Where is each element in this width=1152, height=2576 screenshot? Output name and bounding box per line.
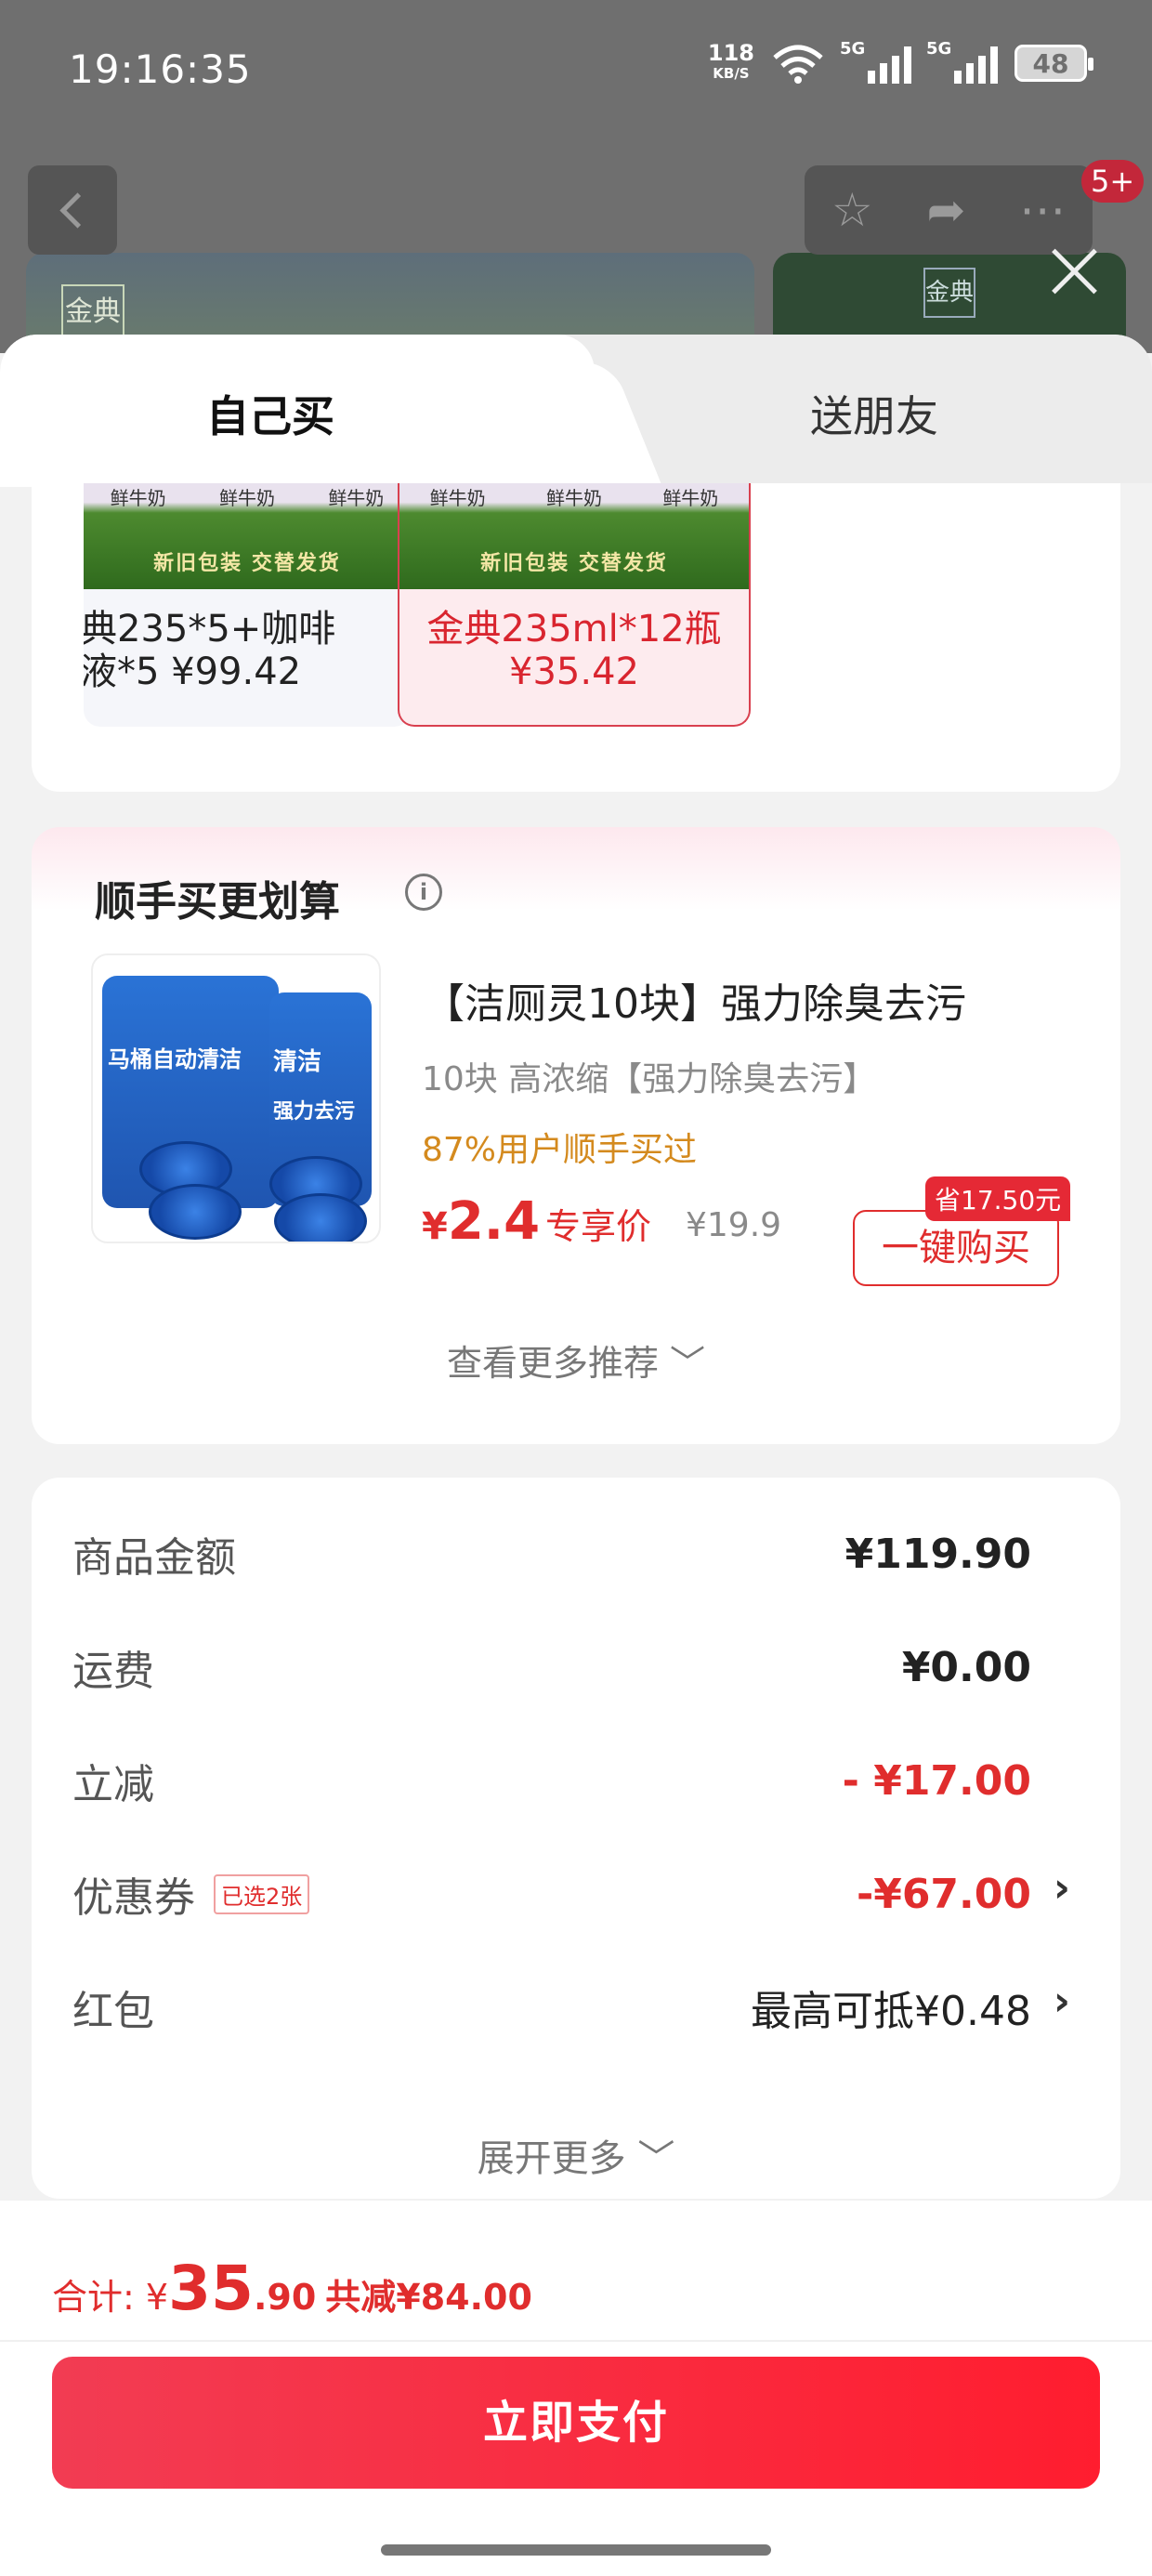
addon-popularity-hint: 87%用户顺手买过 [422,1131,698,1169]
addon-product-name[interactable]: 【洁厕灵10块】强力除臭去污 [424,970,966,1030]
red-packet-chevron-icon[interactable]: › [1054,1978,1070,2025]
red-packet-label: 红包 [72,1988,154,2035]
signal-label-2: 5G [926,39,952,59]
coupon-label-group: 优惠券 已选2张 [72,1864,310,1924]
coupon-chevron-icon[interactable]: › [1054,1864,1070,1912]
one-click-buy-button[interactable]: 一键购买 [853,1210,1059,1286]
coupon-selected-tag: 已选2张 [214,1873,310,1914]
spec-option-tagline: 新旧包装 交替发货 [480,552,668,575]
buy-together-title: 顺手买更划算 [95,878,340,926]
shipping-value: ¥0.00 [901,1643,1031,1691]
divider [0,2340,1152,2342]
instant-discount-value: - ¥17.00 [842,1756,1031,1805]
wifi-icon [773,45,823,84]
spec-option-image: 鲜牛奶 鲜牛奶 鲜牛奶 新旧包装 交替发货 [399,483,749,589]
spec-option-1[interactable]: 鲜牛奶 鲜牛奶 鲜牛奶 新旧包装 交替发货 典235*5+咖啡 液*5 ¥99.42 [84,483,411,727]
addon-product-spec: 10块 高浓缩【强力除臭去污】 [422,1060,877,1098]
red-packet-row[interactable]: 红包 最高可抵¥0.48 [72,1978,1031,2037]
goods-amount-label: 商品金额 [72,1534,236,1582]
status-bar: 19:16:35 118 KB/S 5G 5G 48 [0,0,1152,139]
spec-option-image: 鲜牛奶 鲜牛奶 鲜牛奶 新旧包装 交替发货 [84,483,411,589]
total-reduction: 共减¥84.00 [325,2277,532,2318]
goods-amount-value: ¥119.90 [844,1530,1031,1578]
buy-together-card: 顺手买更划算 i 马桶自动清洁 清洁 强力去污 【洁厕灵10块】强力除臭去污 1… [32,827,1120,1444]
battery-icon: 48 [1015,45,1093,82]
net-speed-value: 118 [707,40,754,66]
status-icons: 118 KB/S 5G 5G 48 [707,39,1093,84]
total-label: 合计: [52,2277,146,2318]
purchase-sheet: 自己买 送朋友 鲜牛奶 鲜牛奶 鲜牛奶 新旧包装 交替发货 典235*5+咖啡 液*… [0,335,1152,2576]
savings-badge: 省17.50元 [925,1176,1071,1221]
spec-option-label: 金典235ml*12瓶 ¥35.42 [426,608,722,693]
signal-icon-1: 5G [840,39,911,84]
signal-icon-2: 5G [926,39,998,84]
signal-label-1: 5G [840,39,866,59]
shipping-row: 运费 ¥0.00 [72,1637,1031,1697]
coupon-row[interactable]: 优惠券 已选2张 -¥67.00 [72,1864,1031,1924]
share-icon[interactable]: ➦ [926,183,965,237]
total-amount: 35 [168,2253,254,2324]
spec-options-card: 鲜牛奶 鲜牛奶 鲜牛奶 新旧包装 交替发货 典235*5+咖啡 液*5 ¥99.42… [32,483,1120,792]
instant-discount-label: 立减 [72,1761,154,1808]
purchase-tabs: 自己买 送朋友 [0,335,1152,487]
more-icon[interactable]: ⋯ [1019,183,1066,237]
addon-price-value: 2.4 [447,1191,541,1252]
order-total: 合计: ¥35.90 共减¥84.00 [52,2253,532,2324]
net-speed: 118 KB/S [707,40,754,84]
net-speed-unit: KB/S [713,65,750,82]
spec-option-tagline: 新旧包装 交替发货 [153,552,341,575]
addon-price-label: 专享价 [545,1206,652,1247]
goods-amount-row: 商品金额 ¥119.90 [72,1524,1031,1584]
tab-buy-for-self[interactable]: 自己买 [206,383,334,444]
tab-send-to-friend[interactable]: 送朋友 [810,383,938,444]
brand-logo-2: 金典 [923,268,975,318]
close-icon[interactable] [1046,242,1102,297]
shipping-label: 运费 [72,1648,154,1695]
addon-product-image[interactable]: 马桶自动清洁 清洁 强力去污 [91,953,381,1243]
expand-more-link[interactable]: 展开更多 ﹀ [32,2128,1120,2182]
price-summary-card: 商品金额 ¥119.90 运费 ¥0.00 立减 - ¥17.00 优惠券 已选… [32,1478,1120,2199]
info-icon[interactable]: i [405,874,442,911]
status-time: 19:16:35 [69,46,252,92]
back-button[interactable] [28,165,117,255]
coupon-value: -¥67.00 [856,1870,1031,1918]
instant-discount-row: 立减 - ¥17.00 [72,1751,1031,1810]
checkout-bar: 合计: ¥35.90 共减¥84.00 立即支付 [0,2201,1152,2576]
pay-now-button[interactable]: 立即支付 [52,2357,1100,2489]
addon-original-price: ¥19.9 [686,1206,782,1244]
message-badge: 5+ [1081,160,1145,203]
total-decimal: .90 [253,2277,317,2318]
spec-option-2-selected[interactable]: 鲜牛奶 鲜牛奶 鲜牛奶 新旧包装 交替发货 金典235ml*12瓶 ¥35.42 [398,483,751,727]
spec-option-label: 典235*5+咖啡 液*5 ¥99.42 [84,608,336,693]
more-recommendations-link[interactable]: 查看更多推荐 ﹀ [32,1334,1120,1386]
addon-price: ¥2.4 专享价 [422,1191,651,1252]
coupon-label: 优惠券 [72,1874,195,1922]
addon-price-currency: ¥ [422,1205,448,1248]
red-packet-value: 最高可抵¥0.48 [751,1988,1031,2035]
total-currency: ¥ [145,2277,169,2318]
home-indicator[interactable] [381,2544,771,2556]
star-icon[interactable]: ☆ [831,183,873,237]
brand-logo: 金典 [61,284,124,340]
